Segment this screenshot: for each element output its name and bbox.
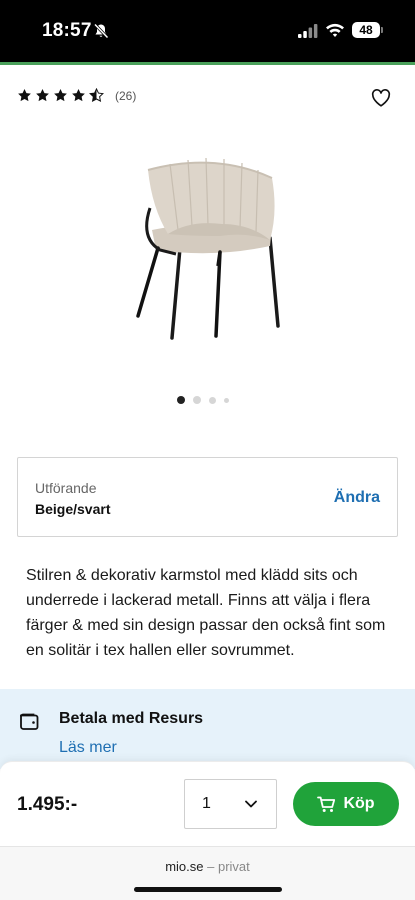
payment-title: Betala med Resurs [59, 710, 204, 727]
variant-label: Utförande [35, 480, 97, 496]
star-icon [18, 88, 31, 102]
payment-info-panel: Betala med Resurs Läs mer [0, 689, 415, 769]
wifi-icon [326, 23, 344, 37]
product-image[interactable] [120, 148, 300, 348]
star-half-icon [89, 88, 104, 103]
variant-selector[interactable]: Utförande Beige/svart Ändra [17, 457, 398, 537]
read-more-link[interactable]: Läs mer [59, 739, 117, 757]
cellular-signal-icon [298, 24, 318, 38]
browser-url-bar[interactable]: mio.se – privat [0, 846, 415, 900]
price: 1.495:- [17, 794, 78, 815]
review-count[interactable]: (26) [115, 89, 136, 103]
carousel-dot[interactable] [209, 396, 216, 404]
quantity-value: 1 [202, 795, 211, 812]
private-mode-label: – privat [207, 859, 250, 874]
quantity-select[interactable]: 1 [184, 779, 277, 829]
buy-button[interactable]: Köp [293, 782, 399, 826]
carousel-dot[interactable] [224, 397, 229, 403]
product-description: Stilren & dekorativ karmstol med klädd s… [26, 567, 386, 659]
variant-value: Beige/svart [35, 501, 111, 517]
chevron-down-icon [245, 800, 257, 808]
image-carousel-dots[interactable] [177, 396, 237, 404]
carousel-dot[interactable] [193, 396, 201, 404]
bell-slash-icon [93, 23, 109, 39]
header-accent-line [0, 62, 415, 65]
url-domain: mio.se [165, 859, 204, 874]
shopping-cart-icon [317, 796, 336, 812]
carousel-dot-active[interactable] [177, 396, 185, 404]
status-bar: 18:57 48 [0, 0, 415, 62]
status-time: 18:57 [42, 20, 92, 41]
home-indicator[interactable] [134, 887, 282, 892]
url-text[interactable]: mio.se – privat [0, 859, 415, 874]
battery-tip [381, 27, 383, 33]
battery-icon: 48 [352, 22, 380, 38]
buy-label: Köp [343, 795, 375, 812]
star-icon [54, 88, 67, 102]
heart-icon[interactable] [371, 89, 391, 107]
star-icon [36, 88, 49, 102]
change-variant-button[interactable]: Ändra [334, 489, 380, 507]
purchase-bar: 1.495:- 1 Köp [0, 761, 415, 846]
product-rating[interactable]: (26) [17, 88, 136, 103]
wallet-icon [20, 713, 39, 730]
star-icon [72, 88, 85, 102]
